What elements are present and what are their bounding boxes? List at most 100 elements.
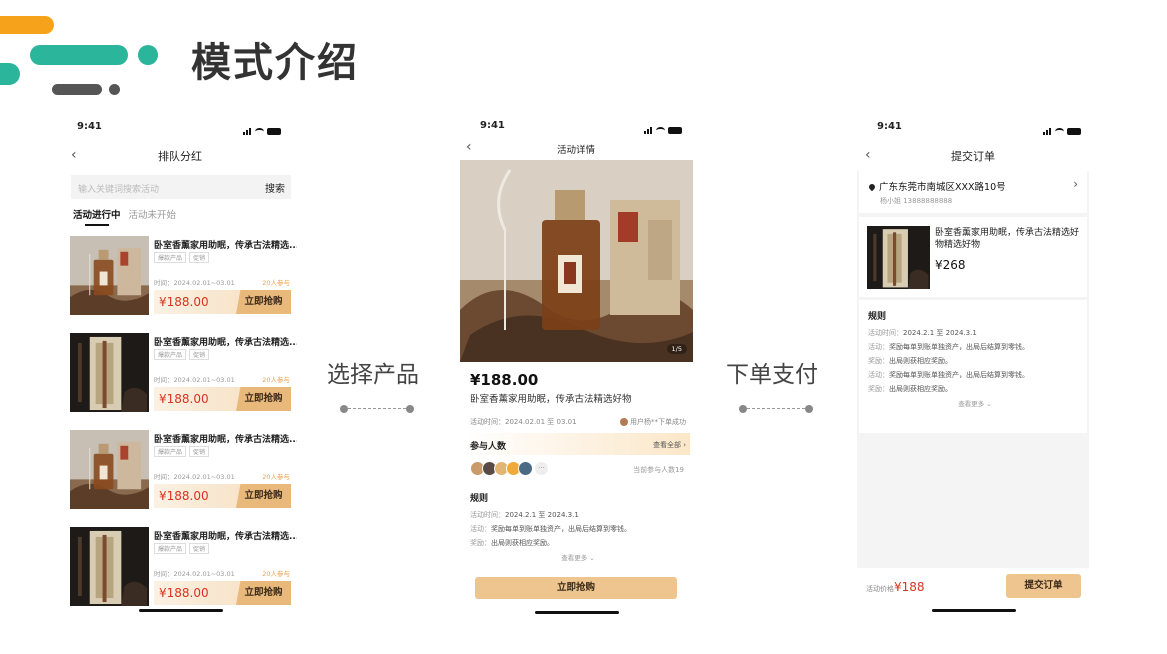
participants-label: 参与人数 [470,442,507,452]
decor-bar-teal-small [0,63,20,85]
back-arrow-icon[interactable]: ‹ [466,139,472,155]
image-counter: 1/5 [666,344,687,354]
rule-row: 奖励：出局则获相应奖励。 [868,356,1082,366]
tag-hot: 爆款产品 [154,252,187,263]
rule-value: 奖励每单到账单独资产，出局后结算到零钱。 [889,343,1029,351]
rule-key: 奖励： [470,539,491,547]
card-joined: 20人参与 [262,570,290,578]
order-footer: 活动价格¥188 提交订单 [857,568,1089,620]
card-price: ¥188.00 [159,392,209,406]
card-price-bar: ¥188.00 立即抢购 [154,290,291,314]
step-label-select: 选择产品 [327,362,419,388]
back-arrow-icon[interactable]: ‹ [71,147,77,163]
activity-card[interactable]: 卧室香薰家用助眠，传承古法精选... 爆款产品 促销 时间：2024.02.01~… [70,430,297,510]
tab-upcoming[interactable]: 活动未开始 [129,207,177,221]
activity-card[interactable]: 卧室香薰家用助眠，传承古法精选... 爆款产品 促销 时间：2024.02.01~… [70,236,297,316]
back-arrow-icon[interactable]: ‹ [865,147,871,163]
footer-price: 活动价格¥188 [866,580,925,594]
order-item-card: 卧室香薰家用助眠，传承古法精选好物精选好物 ¥268 [859,217,1087,297]
address-text: 广东东莞市南城区XXX路10号 [879,182,1006,193]
slide: 模式介绍 9:41 ‹ 排队分红 输入关键词搜索活动 搜索 活动进行中 活动未开… [0,0,1167,654]
rule-key: 奖励： [868,385,889,393]
more-avatars-icon[interactable]: ··· [534,461,549,476]
decor-dot-gray [109,84,120,95]
card-time: 时间：2024.02.01~03.01 [154,473,235,481]
decor-bar-gray [52,84,102,95]
wifi-icon [1055,128,1064,135]
tag-hot: 爆款产品 [154,543,187,554]
address-card[interactable]: 广东东莞市南城区XXX路10号 杨小姐 13888888888 › [859,171,1087,213]
signal-icon [1043,124,1052,135]
home-indicator [139,609,223,612]
card-time: 时间：2024.02.01~03.01 [154,376,235,384]
rule-value: 2024.2.1 至 2024.3.1 [505,511,579,519]
rule-value: 出局则获相应奖励。 [889,385,952,393]
order-price: ¥268 [935,258,966,272]
activity-card[interactable]: 卧室香薰家用助眠，传承古法精选... 爆款产品 促销 时间：2024.02.01~… [70,527,297,607]
nav-bar: ‹ 提交订单 [857,147,1089,168]
home-indicator [932,609,1016,612]
see-more-link[interactable]: 查看更多 ⌄ [868,398,1082,408]
rule-key: 活动： [868,343,889,351]
recent-order-notice: 用户杨**下单成功 [620,417,686,427]
battery-icon [267,128,281,135]
participant-count: 当前参与人数19 [633,466,684,474]
tag-promo: 促销 [189,543,210,554]
rule-row: 活动时间：2024.2.1 至 2024.3.1 [470,510,686,520]
rules-section: 规则 活动时间：2024.2.1 至 2024.3.1 活动：奖励每单到账单独资… [868,309,1082,408]
chevron-right-icon[interactable]: › [1073,177,1078,191]
status-time: 9:41 [480,120,505,131]
footer-price-label: 活动价格 [866,585,894,593]
phone-screen-submit-order: 9:41 ‹ 提交订单 广东东莞市南城区XXX路10号 杨小姐 13888888… [857,115,1089,620]
product-name: 卧室香薰家用助眠，传承古法精选好物 [470,394,632,405]
rules-section: 规则 活动时间：2024.2.1 至 2024.3.1 活动：奖励每单到账单独资… [470,491,686,562]
card-title: 卧室香薰家用助眠，传承古法精选... [154,435,297,445]
search-bar[interactable]: 输入关键词搜索活动 搜索 [71,175,291,199]
participant-avatars: ··· [470,461,549,476]
nav-bar: ‹ 排队分红 [63,147,297,168]
tab-ongoing[interactable]: 活动进行中 [73,207,121,226]
search-button[interactable]: 搜索 [265,180,285,195]
rule-key: 活动： [868,371,889,379]
card-joined: 20人参与 [262,279,290,287]
rule-row: 活动：奖励每单到账单独资产，出局后结算到零钱。 [470,524,686,534]
view-all-link[interactable]: 查看全部 › [653,440,686,450]
buy-now-button[interactable]: 立即抢购 [475,577,677,599]
product-thumbnail [70,236,149,315]
rule-row: 活动时间：2024.2.1 至 2024.3.1 [868,328,1082,338]
card-price: ¥188.00 [159,489,209,503]
activity-card[interactable]: 卧室香薰家用助眠，传承古法精选... 爆款产品 促销 时间：2024.02.01~… [70,333,297,413]
card-title: 卧室香薰家用助眠，传承古法精选... [154,338,297,348]
submit-order-button[interactable]: 提交订单 [1006,574,1081,598]
user-avatar-icon [620,418,628,426]
signal-icon [644,123,653,134]
signal-icon [243,124,252,135]
rules-card: 规则 活动时间：2024.2.1 至 2024.3.1 活动：奖励每单到账单独资… [859,300,1087,433]
card-joined: 20人参与 [262,376,290,384]
see-more-link[interactable]: 查看更多 ⌄ [470,552,686,562]
card-time: 时间：2024.02.01~03.01 [154,279,235,287]
tag-hot: 爆款产品 [154,349,187,360]
nav-title: 提交订单 [951,150,995,163]
nav-title: 活动详情 [556,145,595,156]
product-thumbnail [867,226,930,289]
address-line: 广东东莞市南城区XXX路10号 [867,179,1006,193]
search-input[interactable]: 输入关键词搜索活动 [78,182,159,195]
battery-icon [1067,128,1081,135]
tab-bar: 活动进行中 活动未开始 [73,207,177,226]
perfume-photo [460,160,693,362]
buy-now-button[interactable]: 立即抢购 [236,290,291,314]
product-price: ¥188.00 [470,371,539,389]
buy-now-button[interactable]: 立即抢购 [236,581,291,605]
activity-info-row: 活动时间：2024.02.01 至 03.01 用户杨**下单成功 [470,417,686,427]
buy-now-button[interactable]: 立即抢购 [236,484,291,508]
product-hero-image[interactable]: 1/5 [460,160,693,362]
card-time: 时间：2024.02.01~03.01 [154,570,235,578]
wifi-icon [656,127,665,134]
card-price: ¥188.00 [159,586,209,600]
status-time: 9:41 [77,121,102,132]
activity-time: 活动时间：2024.02.01 至 03.01 [470,418,577,426]
status-bar: 9:41 [458,120,694,136]
buy-now-button[interactable]: 立即抢购 [236,387,291,411]
step-connector [340,405,414,413]
